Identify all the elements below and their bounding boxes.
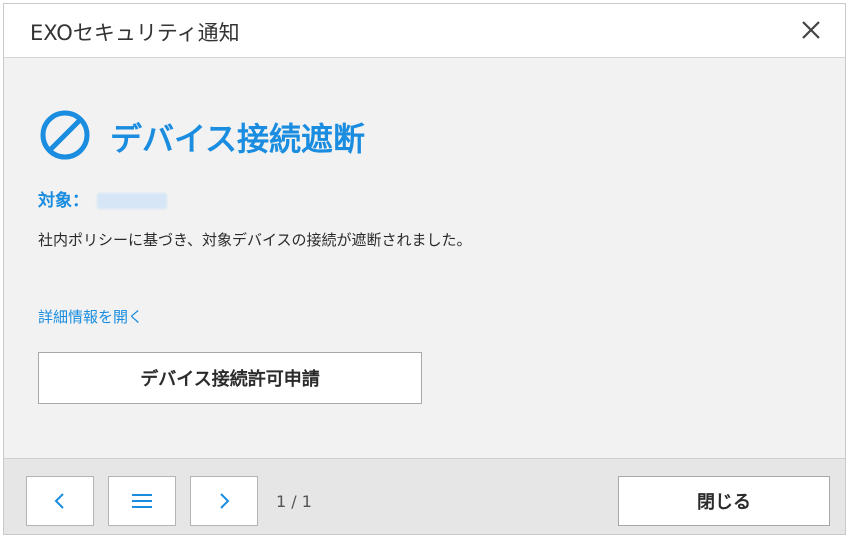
security-notification-dialog: EXOセキュリティ通知 デバイス接続遮断 対象： 社内ポリシーに基づき、対象デバ… — [3, 3, 846, 535]
list-icon — [131, 492, 153, 510]
request-connection-permission-button[interactable]: デバイス接続許可申請 — [38, 352, 422, 404]
notification-body: デバイス接続遮断 対象： 社内ポリシーに基づき、対象デバイスの接続が遮断されまし… — [4, 58, 845, 458]
chevron-right-icon — [216, 491, 232, 511]
open-details-link[interactable]: 詳細情報を開く — [38, 306, 143, 327]
footer-bar: 1 / 1 閉じる — [4, 458, 845, 534]
chevron-left-icon — [52, 491, 68, 511]
list-button[interactable] — [108, 476, 176, 526]
close-button[interactable]: 閉じる — [618, 476, 830, 526]
notice-title: デバイス接続遮断 — [110, 120, 366, 158]
notice-message: 社内ポリシーに基づき、対象デバイスの接続が遮断されました。 — [38, 231, 472, 249]
window-title: EXOセキュリティ通知 — [30, 21, 240, 45]
redacted-target-value — [97, 193, 167, 209]
target-row: 対象： — [38, 186, 167, 211]
close-icon[interactable] — [797, 16, 825, 44]
block-icon — [38, 108, 92, 162]
previous-button[interactable] — [26, 476, 94, 526]
title-bar: EXOセキュリティ通知 — [4, 4, 845, 58]
next-button[interactable] — [190, 476, 258, 526]
target-label: 対象： — [38, 191, 89, 211]
page-indicator: 1 / 1 — [276, 492, 312, 511]
